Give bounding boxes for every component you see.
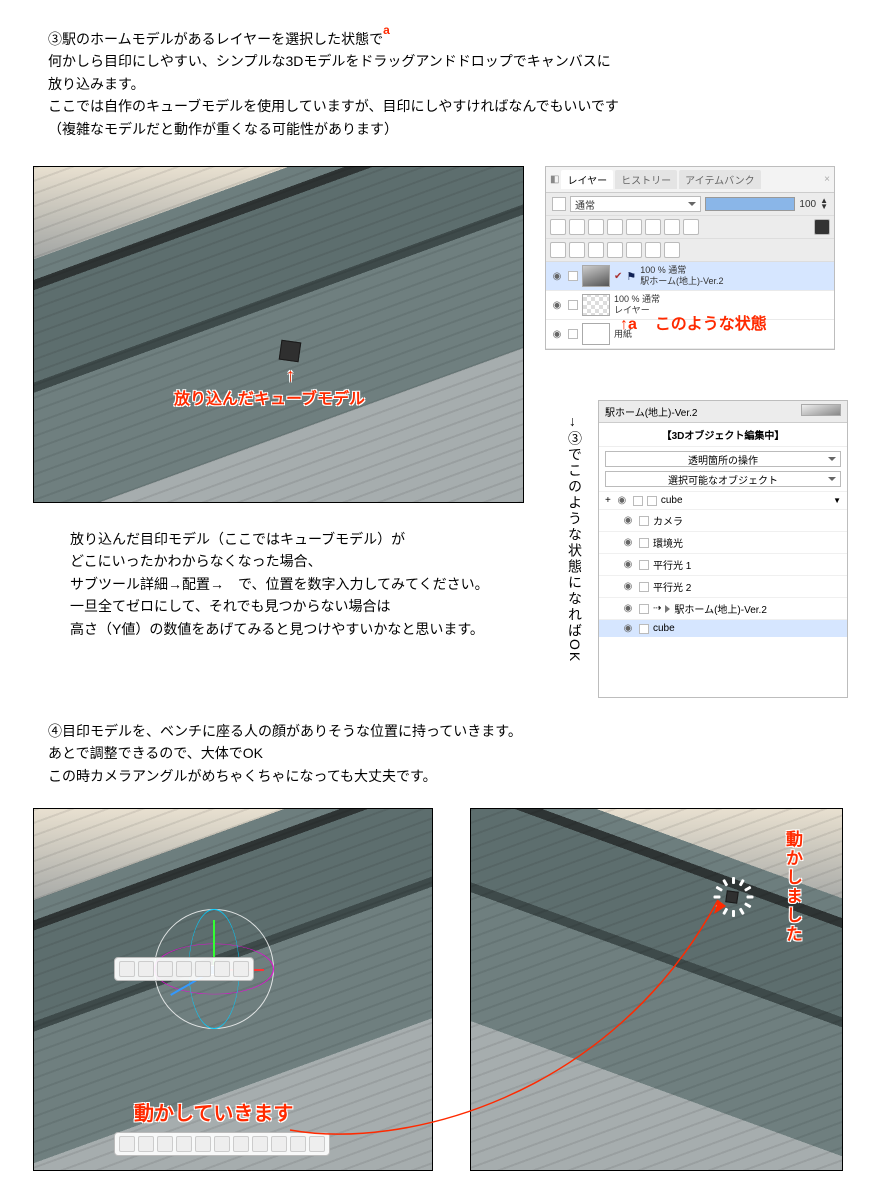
obj-row-camera[interactable]: ◉ カメラ <box>599 509 847 531</box>
gizmo-toolbar-top <box>114 957 254 981</box>
layers-toolstrip-2 <box>546 239 834 262</box>
tab-history[interactable]: ヒストリー <box>615 170 677 189</box>
blend-mode-dropdown[interactable]: 通常 <box>570 196 701 212</box>
annotation-text: このような状態 <box>655 316 767 333</box>
layer-item-station[interactable]: ◉ ✔⚑ 100 % 通常 駅ホーム(地上)-Ver.2 <box>546 262 834 291</box>
move-label: 動かしていきます <box>134 1097 293 1126</box>
delete-layer-button[interactable] <box>664 242 680 258</box>
section3-p3: ここでは自作のキューブモデルを使用していますが、目印にしやすければなんでもいいで… <box>48 95 828 117</box>
vpb-5[interactable] <box>195 1136 211 1152</box>
vpb-3[interactable] <box>157 1136 173 1152</box>
obj-row-cube-top[interactable]: +◉ cube ▼ <box>599 491 847 509</box>
gizmo-cam-pan-button[interactable] <box>195 961 211 977</box>
annotation-arrow-a: ↑a <box>620 316 637 333</box>
middle-note: 放り込んだ目印モデル（ここではキューブモデル）が どこにいったかわからなくなった… <box>70 528 590 640</box>
note-l3: サブツール詳細→配置→ で、位置を数字入力してみてください。 <box>70 573 590 595</box>
vpb-4[interactable] <box>176 1136 192 1152</box>
tool-ruler[interactable] <box>645 219 661 235</box>
arrow-curve-icon <box>280 870 750 1170</box>
section3-heading: ③駅のホームモデルがあるレイヤーを選択した状態で <box>48 31 383 47</box>
dropdown-transparent-op[interactable]: 透明箇所の操作 <box>605 451 841 467</box>
layer-item-meta: 100 % 通常 <box>614 294 660 304</box>
gizmo-extra-button[interactable] <box>233 961 249 977</box>
obj-row-env[interactable]: ◉ 環境光 <box>599 531 847 553</box>
section3-mark-a: a <box>383 23 390 37</box>
section4-heading: ④目印モデルを、ベンチに座る人の顔がありそうな位置に持っていきます。 <box>48 720 828 742</box>
visibility-icon[interactable]: ◉ <box>550 300 564 311</box>
section3-p2: 放り込みます。 <box>48 73 828 95</box>
obj-row-light2[interactable]: ◉ 平行光 2 <box>599 575 847 597</box>
tool-clip[interactable] <box>569 219 585 235</box>
tab-layers[interactable]: レイヤー <box>561 170 613 189</box>
section4-text: ④目印モデルを、ベンチに座る人の顔がありそうな位置に持っていきます。 あとで調整… <box>48 720 828 787</box>
viewport-3d-main[interactable]: ↑ 放り込んだキューブモデル <box>33 166 524 503</box>
vpb-2[interactable] <box>138 1136 154 1152</box>
note-l1: 放り込んだ目印モデル（ここではキューブモデル）が <box>70 528 590 550</box>
vpb-7[interactable] <box>233 1136 249 1152</box>
new-layer-button[interactable] <box>550 242 566 258</box>
apply-mask-button[interactable] <box>645 242 661 258</box>
vpb-8[interactable] <box>252 1136 268 1152</box>
layers-panel-tabs: ◧ レイヤー ヒストリー アイテムバンク × <box>546 167 834 193</box>
new-folder-button[interactable] <box>569 242 585 258</box>
cube-arrow-icon: ↑ <box>286 365 295 386</box>
section3-p4: （複雑なモデルだと動作が重くなる可能性があります） <box>48 118 828 140</box>
cube-marker <box>279 340 302 363</box>
layers-opacity-row: 通常 100 ▲▼ <box>546 193 834 216</box>
tool-layercolor[interactable] <box>814 219 830 235</box>
note-l5: 高さ（Y値）の数値をあげてみると見つけやすいかなと思います。 <box>70 618 590 640</box>
gizmo-rotate-button[interactable] <box>138 961 154 977</box>
gizmo-scale-button[interactable] <box>157 961 173 977</box>
layer-item-name: 駅ホーム(地上)-Ver.2 <box>640 276 723 286</box>
note-l2: どこにいったかわからなくなった場合、 <box>70 550 590 572</box>
opacity-value: 100 <box>799 199 816 210</box>
tool-draft[interactable] <box>607 219 623 235</box>
section3-p1: 何かしら目印にしやすい、シンプルな3Dモデルをドラッグアンドドロップでキャンバス… <box>48 50 828 72</box>
mask-button[interactable] <box>626 242 642 258</box>
blend-thumb[interactable] <box>552 197 566 211</box>
visibility-icon[interactable]: ◉ <box>550 329 564 340</box>
layers-toolstrip <box>546 216 834 239</box>
moved-label: 動かしました <box>780 830 805 944</box>
layer-item-meta: 100 % 通常 <box>640 265 686 275</box>
tab-itembank[interactable]: アイテムバンク <box>679 170 761 189</box>
tool-color[interactable] <box>683 219 699 235</box>
dropdown-selectable-obj[interactable]: 選択可能なオブジェクト <box>605 471 841 487</box>
layers-annotation: ↑a このような状態 <box>620 310 767 334</box>
side-note-vertical: →③でこのような状態になればOK <box>565 415 585 675</box>
merge-button[interactable] <box>607 242 623 258</box>
transfer-button[interactable] <box>588 242 604 258</box>
tool-lock[interactable] <box>550 219 566 235</box>
section3-text: ③駅のホームモデルがあるレイヤーを選択した状態でa 何かしら目印にしやすい、シン… <box>48 28 828 140</box>
gizmo-cam-orbit-button[interactable] <box>176 961 192 977</box>
section4-p1: あとで調整できるので、大体でOK <box>48 742 828 764</box>
visibility-icon[interactable]: ◉ <box>550 271 564 282</box>
vpb-6[interactable] <box>214 1136 230 1152</box>
cube-label: 放り込んだキューブモデル <box>174 385 365 409</box>
obj-row-station[interactable]: ◉⇢ 駅ホーム(地上)-Ver.2 <box>599 597 847 619</box>
vpb-1[interactable] <box>119 1136 135 1152</box>
obj-row-cube-selected[interactable]: ◉ cube <box>599 619 847 637</box>
tool-ref[interactable] <box>588 219 604 235</box>
object-panel-title: 駅ホーム(地上)-Ver.2 <box>599 401 847 423</box>
gizmo-move-button[interactable] <box>119 961 135 977</box>
section4-p2: この時カメラアングルがめちゃくちゃになっても大丈夫です。 <box>48 765 828 787</box>
note-l4: 一旦全てゼロにして、それでも見つからない場合は <box>70 595 590 617</box>
obj-row-light1[interactable]: ◉ 平行光 1 <box>599 553 847 575</box>
opacity-slider[interactable] <box>705 197 795 211</box>
object-panel-header: 【3Dオブジェクト編集中】 <box>599 423 847 447</box>
tool-effect[interactable] <box>664 219 680 235</box>
object-panel: 駅ホーム(地上)-Ver.2 【3Dオブジェクト編集中】 透明箇所の操作 選択可… <box>598 400 848 698</box>
gizmo-cam-zoom-button[interactable] <box>214 961 230 977</box>
tool-mask[interactable] <box>626 219 642 235</box>
